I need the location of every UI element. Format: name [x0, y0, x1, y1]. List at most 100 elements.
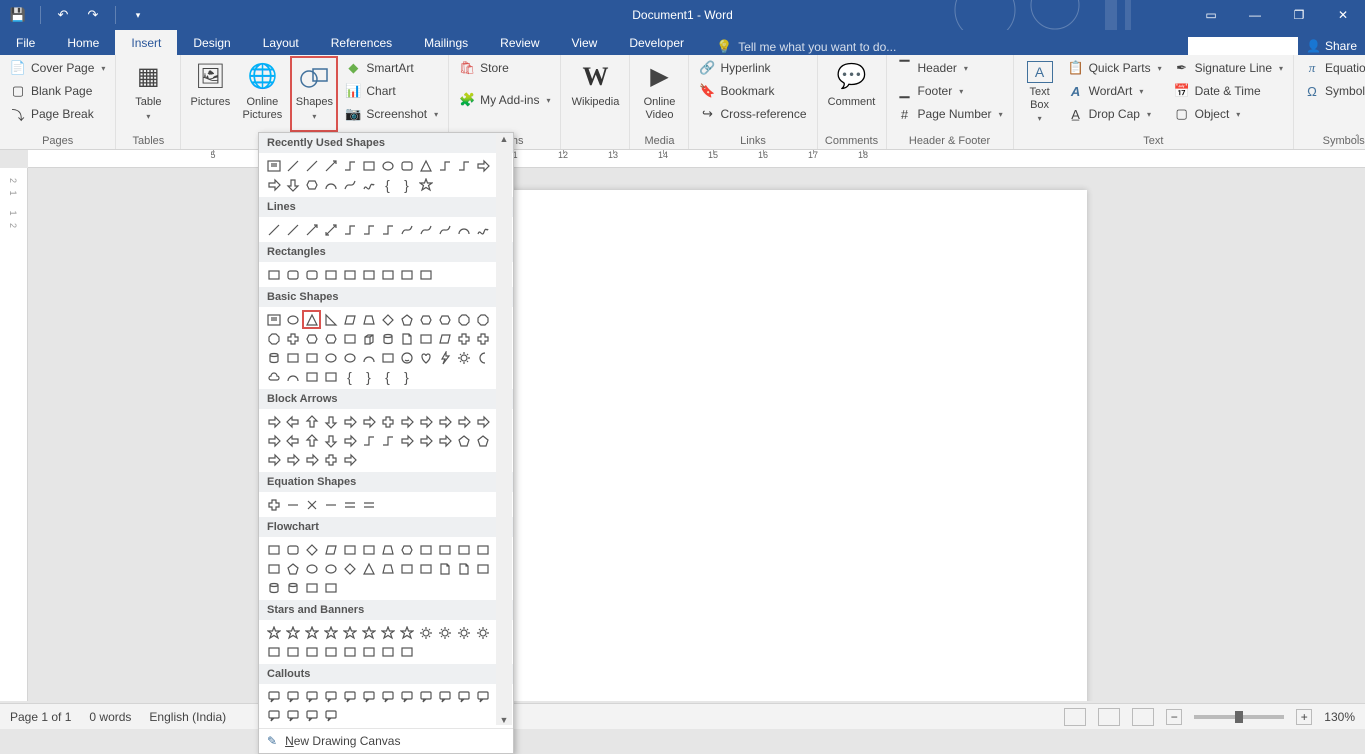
shape-oval-6[interactable] [378, 156, 397, 175]
close-button[interactable]: ✕ [1321, 0, 1365, 30]
new-drawing-canvas-button[interactable]: ✎ New Drawing Canvas [259, 728, 513, 753]
shape-cylinder-24[interactable] [264, 348, 283, 367]
shape-line-1[interactable] [283, 220, 302, 239]
shape-rarrow-10[interactable] [454, 412, 473, 431]
shape-rect-27[interactable] [321, 578, 340, 597]
drop-cap-button[interactable]: A̲Drop Cap▾ [1064, 103, 1166, 125]
shape-rarrow-28[interactable] [340, 450, 359, 469]
shape-docshape-19[interactable] [397, 329, 416, 348]
shape-line-1[interactable] [283, 156, 302, 175]
shape-oval-15[interactable] [321, 559, 340, 578]
shape-rarrow-25[interactable] [283, 450, 302, 469]
shape-octagon-10[interactable] [454, 310, 473, 329]
shape-roundrect-7[interactable] [397, 156, 416, 175]
shape-lbrace-40[interactable]: { [340, 367, 359, 386]
shape-roundrect-1[interactable] [283, 540, 302, 559]
shape-cylinder-18[interactable] [378, 329, 397, 348]
shape-pent-7[interactable] [397, 310, 416, 329]
shape-tri-8[interactable] [416, 156, 435, 175]
shape-roundrect-2[interactable] [302, 265, 321, 284]
shape-darrow-3[interactable] [321, 412, 340, 431]
shape-rect-8[interactable] [416, 265, 435, 284]
shape-rect-26[interactable] [302, 348, 321, 367]
shape-arc-37[interactable] [283, 367, 302, 386]
view-read-mode-button[interactable] [1064, 708, 1086, 726]
shape-scribble-11[interactable] [473, 220, 492, 239]
tab-design[interactable]: Design [177, 30, 246, 55]
shape-rarrow-8[interactable] [416, 412, 435, 431]
shape-trap-5[interactable] [359, 310, 378, 329]
shape-star-20[interactable] [416, 175, 435, 194]
page-break-button[interactable]: ⤵Page Break [6, 103, 109, 125]
shape-rarrow-19[interactable] [397, 431, 416, 450]
shape-trap-6[interactable] [378, 540, 397, 559]
shape-curve-8[interactable] [416, 220, 435, 239]
page-number-button[interactable]: #Page Number▾ [893, 103, 1007, 125]
shape-trap-18[interactable] [378, 559, 397, 578]
shape-curve-7[interactable] [397, 220, 416, 239]
shape-darrow-13[interactable] [283, 175, 302, 194]
shape-cube-17[interactable] [359, 329, 378, 348]
shape-line-0[interactable] [264, 220, 283, 239]
status-page[interactable]: Page 1 of 1 [10, 710, 71, 724]
tab-review[interactable]: Review [484, 30, 555, 55]
shape-star-6[interactable] [378, 623, 397, 642]
shape-callout-7[interactable] [397, 687, 416, 706]
shape-oval-28[interactable] [340, 348, 359, 367]
collapse-ribbon-button[interactable]: ˆ [1356, 134, 1359, 145]
signature-line-button[interactable]: ✒Signature Line▾ [1170, 57, 1287, 79]
shape-para-3[interactable] [321, 540, 340, 559]
shape-rect-12[interactable] [264, 642, 283, 661]
shape-docshape-22[interactable] [454, 559, 473, 578]
shape-scribble-17[interactable] [359, 175, 378, 194]
shape-rect-16[interactable] [340, 329, 359, 348]
save-button[interactable]: 💾 [6, 3, 30, 27]
online-pictures-button[interactable]: 🌐Online Pictures [237, 57, 287, 131]
shape-rect-7[interactable] [397, 265, 416, 284]
tab-insert[interactable]: Insert [115, 30, 177, 55]
shape-callout-2[interactable] [302, 687, 321, 706]
shape-elbow-18[interactable] [378, 431, 397, 450]
shape-rarrow-12[interactable] [264, 431, 283, 450]
shape-octagon-11[interactable] [473, 310, 492, 329]
shape-rect-6[interactable] [378, 265, 397, 284]
shape-rarrow-26[interactable] [302, 450, 321, 469]
shape-rarrow-24[interactable] [264, 450, 283, 469]
shape-star-4[interactable] [340, 623, 359, 642]
shape-lbrace-18[interactable]: { [378, 175, 397, 194]
shape-textbox-0[interactable] [264, 310, 283, 329]
tab-references[interactable]: References [315, 30, 408, 55]
shape-arrowline-2[interactable] [302, 220, 321, 239]
shape-pent-23[interactable] [473, 431, 492, 450]
shape-callout-15[interactable] [321, 706, 340, 725]
shape-plus-6[interactable] [378, 412, 397, 431]
smartart-button[interactable]: ◆SmartArt [341, 57, 442, 79]
shape-dblarrow-3[interactable] [321, 220, 340, 239]
shape-callout-13[interactable] [283, 706, 302, 725]
shape-sun-8[interactable] [416, 623, 435, 642]
shape-rarrow-0[interactable] [264, 412, 283, 431]
restore-button[interactable]: ❐ [1277, 0, 1321, 30]
shape-roundrect-1[interactable] [283, 265, 302, 284]
share-button[interactable]: 👤Share [1306, 39, 1357, 53]
shape-rect-4[interactable] [340, 265, 359, 284]
shape-lightning-33[interactable] [435, 348, 454, 367]
screenshot-button[interactable]: 📷Screenshot▾ [341, 103, 442, 125]
shape-hex-8[interactable] [416, 310, 435, 329]
shape-rect-30[interactable] [378, 348, 397, 367]
shape-pent-13[interactable] [283, 559, 302, 578]
minimize-button[interactable]: — [1233, 0, 1277, 30]
shape-textbox-0[interactable] [264, 156, 283, 175]
shape-oval-1[interactable] [283, 310, 302, 329]
shape-rect-12[interactable] [264, 559, 283, 578]
store-button[interactable]: 🛍Store [455, 57, 554, 79]
search-input[interactable] [1188, 37, 1298, 55]
shape-callout-1[interactable] [283, 687, 302, 706]
redo-button[interactable]: ↷ [81, 3, 105, 27]
date-time-button[interactable]: 📅Date & Time [1170, 80, 1287, 102]
shape-hex-9[interactable] [435, 310, 454, 329]
shape-star-5[interactable] [359, 623, 378, 642]
shape-rect-38[interactable] [302, 367, 321, 386]
shape-star-7[interactable] [397, 623, 416, 642]
comment-button[interactable]: 💬Comment [824, 57, 880, 131]
